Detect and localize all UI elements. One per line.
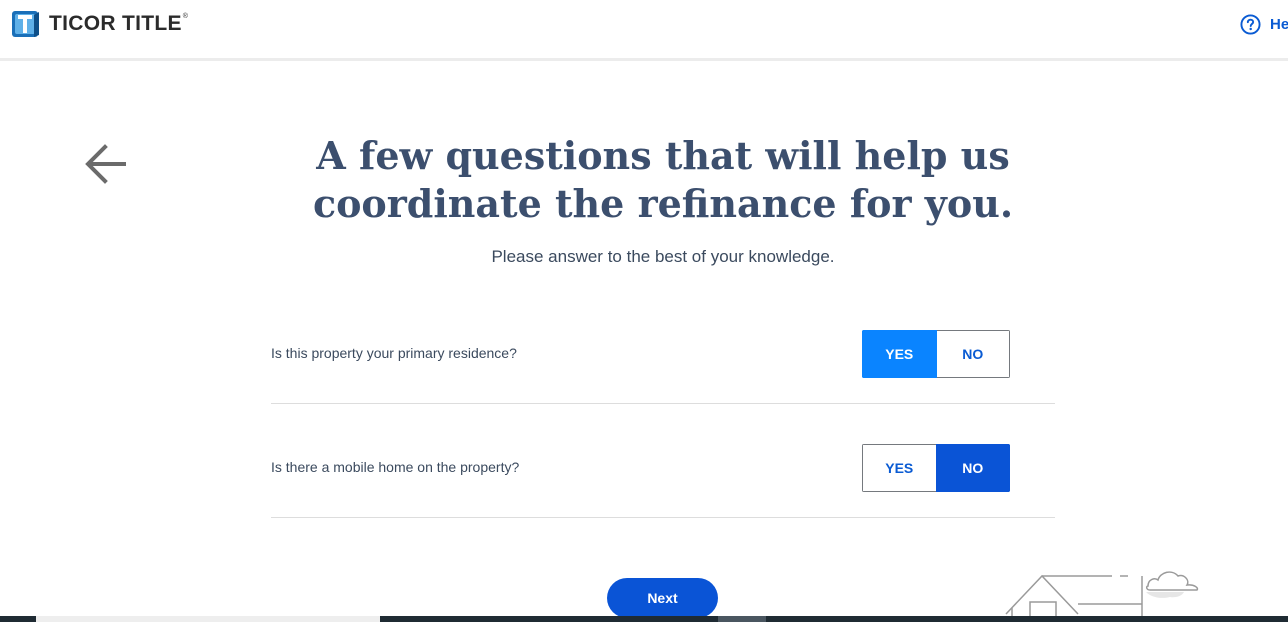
mobile-home-toggle: YES NO bbox=[862, 444, 1010, 492]
primary-residence-yes-button[interactable]: YES bbox=[862, 330, 937, 378]
mobile-home-yes-button[interactable]: YES bbox=[862, 444, 936, 492]
help-label: Help bbox=[1270, 16, 1288, 33]
back-button[interactable] bbox=[84, 142, 128, 186]
bottom-taskbar-segment bbox=[718, 616, 766, 622]
primary-residence-no-button[interactable]: NO bbox=[936, 330, 1010, 378]
page-title: A few questions that will help us coordi… bbox=[312, 133, 1014, 226]
bottom-taskbar-segment bbox=[36, 616, 380, 622]
arrow-left-icon bbox=[85, 144, 126, 184]
page-subtitle: Please answer to the best of your knowle… bbox=[491, 247, 835, 266]
ticor-logo-icon bbox=[12, 11, 39, 37]
help-link[interactable]: Help bbox=[1240, 14, 1288, 35]
question-text: Is this property your primary residence? bbox=[271, 345, 517, 361]
question-row-primary-residence: Is this property your primary residence?… bbox=[271, 289, 1055, 404]
house-illustration bbox=[1005, 571, 1199, 622]
primary-residence-toggle: YES NO bbox=[862, 330, 1010, 378]
brand-name: TICOR TITLE bbox=[49, 12, 182, 35]
mobile-home-no-button[interactable]: NO bbox=[935, 444, 1010, 492]
question-row-mobile-home: Is there a mobile home on the property? … bbox=[271, 403, 1055, 518]
top-header: TICOR TITLE ® Help bbox=[0, 0, 1288, 61]
page: TICOR TITLE ® Help A few questions that … bbox=[0, 0, 1288, 622]
registered-mark: ® bbox=[182, 13, 188, 20]
next-button[interactable]: Next bbox=[607, 578, 718, 618]
question-circle-icon bbox=[1240, 14, 1261, 35]
ticor-title-logo[interactable]: TICOR TITLE ® bbox=[12, 9, 188, 39]
question-text: Is there a mobile home on the property? bbox=[271, 459, 520, 475]
